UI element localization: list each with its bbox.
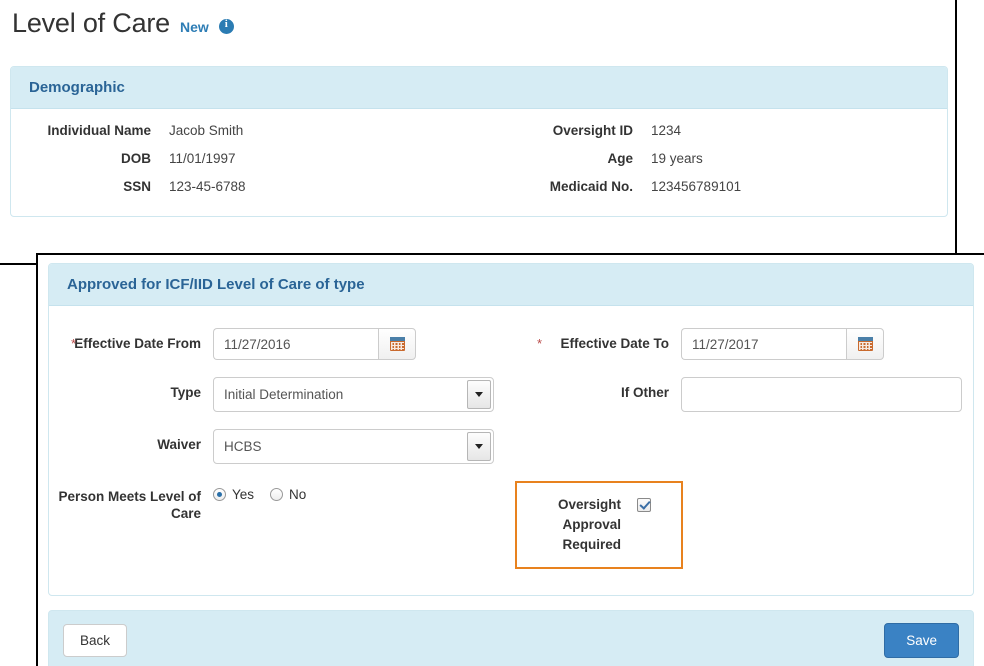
oversight-approval-required-checkbox[interactable] [637,498,651,512]
radio-yes-label: Yes [232,487,255,502]
radio-no-indicator[interactable] [270,488,284,501]
effective-date-to-label-text: Effective Date To [560,336,669,351]
effective-date-from-input[interactable] [213,328,378,360]
type-select-value: Initial Determination [224,387,344,402]
demographic-field-medicaid-no: Medicaid No. 123456789101 [479,179,947,194]
back-button[interactable]: Back [63,623,128,657]
caret-glyph [475,392,483,397]
person-meets-level-of-care-label: Person Meets Level of Care [58,489,201,521]
radio-option-no[interactable]: No [270,487,306,502]
field-if-other: If Other [511,377,973,412]
effective-date-to-input[interactable] [681,328,846,360]
demographic-panel-heading: Demographic [11,67,947,109]
chevron-down-icon[interactable] [467,432,491,461]
demographic-value: 19 years [651,151,703,166]
field-oversight-approval-required: Oversight Approval Required [511,481,973,569]
waiver-select-value: HCBS [224,439,262,454]
field-person-meets-level-of-care: Person Meets Level of Care Yes No [49,481,511,569]
demographic-field-ssn: SSN 123-45-6788 [11,179,479,194]
chevron-down-icon[interactable] [467,380,491,409]
form-panel-body: * Effective Date From * Effective Date T… [49,306,973,595]
page-title: Level of Care [12,8,170,38]
effective-date-from-label: * Effective Date From [49,328,213,352]
info-circle-icon[interactable] [218,18,234,34]
demographic-label: DOB [121,151,151,166]
demographic-panel-body: Individual Name Jacob Smith Oversight ID… [11,109,947,216]
radio-no-label: No [289,487,307,502]
demographic-value: 123456789101 [651,179,742,194]
approved-level-of-care-panel: Approved for ICF/IID Level of Care of ty… [48,263,974,596]
demographic-label: Individual Name [47,123,151,138]
page-header: Level of Care New [12,8,234,39]
type-label: Type [170,385,201,400]
demographic-label: Medicaid No. [549,179,633,194]
calendar-icon [857,337,873,351]
demographic-field-oversight-id: Oversight ID 1234 [479,123,947,138]
radio-yes-indicator[interactable] [213,488,226,501]
demographic-field-age: Age 19 years [479,151,947,166]
demographic-value: Jacob Smith [169,123,244,138]
field-effective-date-from: * Effective Date From [49,328,511,360]
demographic-field-dob: DOB 11/01/1997 [11,151,479,166]
demographic-row: SSN 123-45-6788 Medicaid No. 12345678910… [11,179,947,194]
type-select[interactable]: Initial Determination [213,377,494,412]
required-asterisk: * [537,336,543,351]
effective-date-to-calendar-button[interactable] [846,328,884,360]
level-of-care-form-window: Approved for ICF/IID Level of Care of ty… [36,253,984,666]
radio-option-yes[interactable]: Yes [213,487,254,502]
form-panel-heading: Approved for ICF/IID Level of Care of ty… [49,264,973,306]
caret-glyph [475,444,483,449]
waiver-label: Waiver [157,437,201,452]
save-button[interactable]: Save [884,622,959,658]
form-row: Person Meets Level of Care Yes No Oversi… [49,481,973,569]
demographic-value: 123-45-6788 [169,179,246,194]
demographic-row: Individual Name Jacob Smith Oversight ID… [11,123,947,138]
person-meets-level-of-care-radio-group: Yes No [213,481,306,502]
demographic-value: 11/01/1997 [169,151,236,166]
field-effective-date-to: * Effective Date To [511,328,973,360]
demographic-row: DOB 11/01/1997 Age 19 years [11,151,947,166]
demographic-panel: Demographic Individual Name Jacob Smith … [10,66,948,217]
if-other-input[interactable] [681,377,962,412]
effective-date-to-label: * Effective Date To [511,328,681,352]
effective-date-from-calendar-button[interactable] [378,328,416,360]
field-type: Type Initial Determination [49,377,511,412]
required-asterisk: * [71,336,77,351]
calendar-icon [389,337,405,351]
demographic-label: Age [607,151,633,166]
form-footer: Back Save [48,610,974,666]
demographic-label: Oversight ID [552,123,633,138]
status-badge: New [180,19,209,35]
if-other-label: If Other [620,385,669,400]
demographic-label: SSN [123,179,151,194]
demographic-field-individual-name: Individual Name Jacob Smith [11,123,479,138]
effective-date-from-input-group [213,328,416,360]
effective-date-from-label-text: Effective Date From [74,336,201,351]
demographic-value: 1234 [651,123,682,138]
form-row: Waiver HCBS [49,429,973,464]
effective-date-to-input-group [681,328,884,360]
oversight-approval-required-label: Oversight Approval Required [557,497,621,552]
field-waiver: Waiver HCBS [49,429,511,464]
oversight-approval-highlight-box: Oversight Approval Required [515,481,683,569]
waiver-select[interactable]: HCBS [213,429,494,464]
form-row: Type Initial Determination If Other [49,377,973,412]
form-row: * Effective Date From * Effective Date T… [49,328,973,360]
level-of-care-window: Level of Care New Demographic Individual… [0,0,957,265]
